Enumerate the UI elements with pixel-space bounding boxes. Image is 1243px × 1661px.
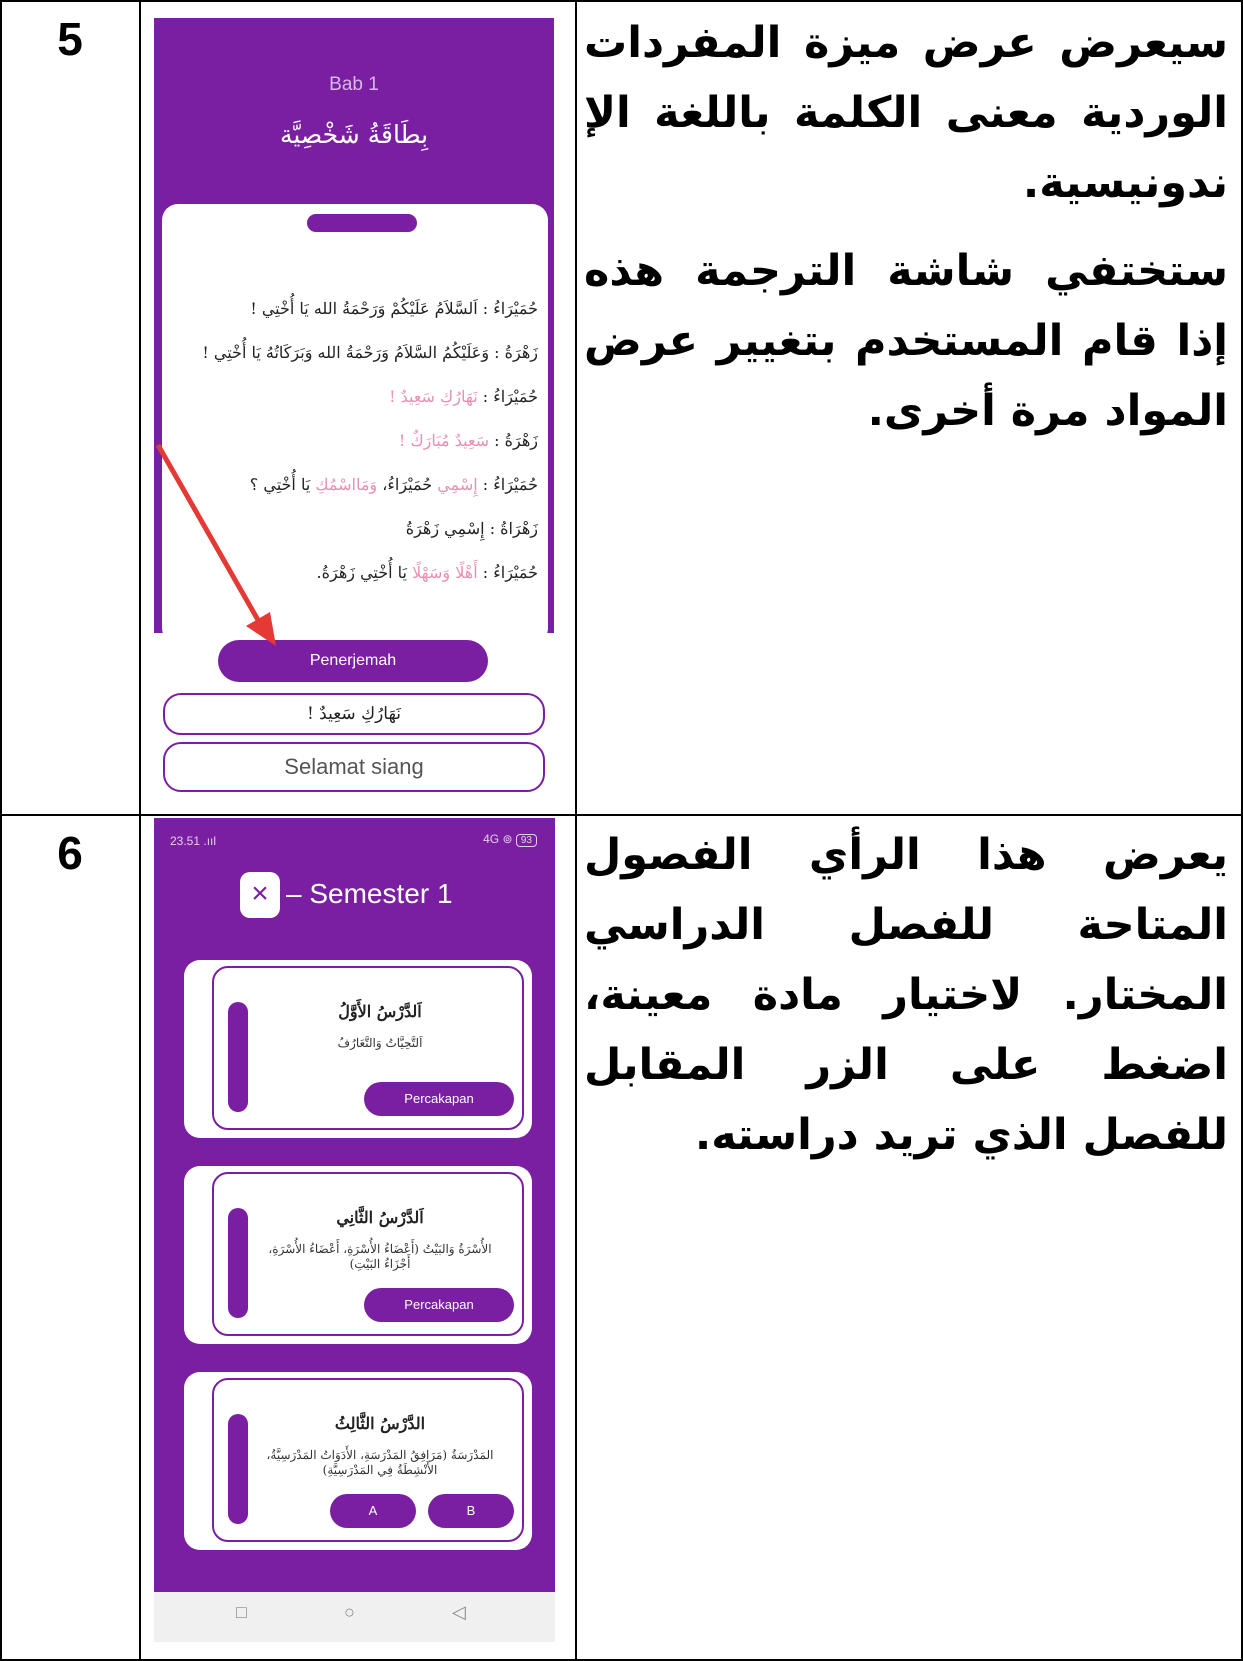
- row-number: 5: [57, 13, 83, 65]
- recent-apps-icon[interactable]: □: [236, 1602, 247, 1623]
- dialogue-line: حُمَيْرَاءُ : اَلسَّلاَمُ عَلَيْكُمْ وَر…: [172, 298, 538, 320]
- lesson-title: اَلدَّرْسُ الثَّانِي: [336, 1208, 424, 1227]
- battery-icon: 93: [515, 834, 537, 847]
- lesson-tab: [228, 1208, 248, 1318]
- android-nav-bar: □ ○ ◁: [154, 1592, 555, 1642]
- row-description: يعرض هذا الرأي الفصول المتاحة للفصل الدر…: [584, 820, 1228, 1188]
- dialogue-text: إِسْمِي زَهْرَةُ: [405, 519, 485, 538]
- chapter-title: بِطَاقَةُ شَخْصِيَّة: [279, 120, 429, 149]
- table-divider: [575, 0, 577, 1661]
- lesson-title: الدَّرْسُ الثَّالِثُ: [334, 1414, 426, 1433]
- lesson-card-inner: اَلدَّرْسُ الأَوَّلُ اَلتَّحِيَّاتُ وَال…: [212, 966, 524, 1130]
- lesson-card[interactable]: الدَّرْسُ الثَّالِثُ المَدْرَسَةُ (مَرَا…: [184, 1372, 532, 1550]
- dialogue-text: يَا أُخْتِي ؟: [249, 475, 316, 494]
- conversation-button[interactable]: Percakapan: [364, 1288, 514, 1322]
- dialogue-line: حُمَيْرَاءُ : أَهْلًا وَسَهْلًا يَا أُخْ…: [172, 562, 538, 584]
- description-paragraph: يعرض هذا الرأي الفصول المتاحة للفصل الدر…: [584, 830, 1228, 1160]
- dialogue-line: زَهْرَاةُ : إِسْمِي زَهْرَةُ: [172, 518, 538, 540]
- part-b-button[interactable]: B: [428, 1494, 514, 1528]
- table-row-divider: [0, 814, 1243, 816]
- vocabulary-highlight[interactable]: وَمَااسْمُكِ: [315, 475, 377, 494]
- semester-screenshot: 23.51 .ııl 4G ⊚ 93 × – Semester 1 اَلدَّ…: [154, 818, 555, 1642]
- speaker-name: زَهْرَاةُ :: [484, 519, 538, 538]
- dialogue-text: اَلسَّلاَمُ عَلَيْكُمْ وَرَحْمَةُ الله ي…: [250, 299, 478, 318]
- speaker-name: زَهْرَةُ :: [489, 431, 538, 450]
- vocabulary-highlight[interactable]: إِسْمِي: [437, 475, 477, 494]
- part-a-button[interactable]: A: [330, 1494, 416, 1528]
- drag-handle[interactable]: [307, 214, 417, 232]
- status-indicators: 4G ⊚ 93: [483, 832, 537, 847]
- speaker-name: حُمَيْرَاءُ :: [477, 387, 538, 406]
- semester-title: – Semester 1: [286, 878, 453, 909]
- description-paragraph: سيعرض عرض ميزة المفردات الوردية معنى الك…: [584, 18, 1228, 208]
- row-number: 6: [57, 827, 83, 879]
- lesson-subtitle: الأُسْرَةُ وَالبَيْتُ (أَعْضَاءُ الأُسْر…: [268, 1242, 492, 1271]
- lesson-card[interactable]: اَلدَّرْسُ الأَوَّلُ اَلتَّحِيَّاتُ وَال…: [184, 960, 532, 1138]
- close-button[interactable]: ×: [240, 872, 280, 918]
- dialogue-text: يَا أُخْتِي زَهْرَةُ.: [316, 563, 413, 582]
- lesson-tab: [228, 1002, 248, 1112]
- dialogue-line: حُمَيْرَاءُ : إِسْمِي حُمَيْرَاءُ، وَمَا…: [172, 474, 538, 496]
- lesson-subtitle: المَدْرَسَةُ (مَرَافِقُ المَدْرَسَةِ، ال…: [266, 1448, 494, 1477]
- vocabulary-highlight[interactable]: نَهَارُكِ سَعِيدٌ !: [389, 387, 478, 406]
- lesson-subtitle: اَلتَّحِيَّاتُ وَالتَّعَارُفُ: [337, 1036, 423, 1050]
- clock-text: 23.51: [170, 834, 201, 848]
- dialogue-text: حُمَيْرَاءُ،: [377, 475, 438, 494]
- table-border-top: [0, 0, 1243, 2]
- speaker-name: حُمَيْرَاءُ :: [477, 299, 538, 318]
- dialogue-line: زَهْرَةُ : سَعِيدٌ مُبَارَكٌ !: [172, 430, 538, 452]
- description-paragraph: ستختفي شاشة الترجمة هذه إذا قام المستخدم…: [584, 246, 1228, 436]
- status-time: 23.51 .ııl: [170, 834, 216, 848]
- speaker-name: حُمَيْرَاءُ :: [477, 563, 538, 582]
- lesson-title: اَلدَّرْسُ الأَوَّلُ: [338, 1002, 422, 1021]
- network-icon: 4G ⊚: [483, 832, 513, 846]
- arabic-word-box: نَهَارُكِ سَعِيدٌ !: [163, 693, 545, 735]
- lesson-card-inner: الدَّرْسُ الثَّالِثُ المَدْرَسَةُ (مَرَا…: [212, 1378, 524, 1542]
- speaker-name: حُمَيْرَاءُ :: [477, 475, 538, 494]
- dialogue-line: زَهْرَةُ : وَعَلَيْكُمُ السَّلاَمُ وَرَح…: [172, 342, 538, 364]
- translator-screenshot: Bab 1 بِطَاقَةُ شَخْصِيَّة حُمَيْرَاءُ :…: [154, 18, 554, 798]
- conversation-button[interactable]: Percakapan: [364, 1082, 514, 1116]
- lesson-card-inner: اَلدَّرْسُ الثَّانِي الأُسْرَةُ وَالبَيْ…: [212, 1172, 524, 1336]
- lesson-tab: [228, 1414, 248, 1524]
- speaker-name: زَهْرَةُ :: [489, 343, 538, 362]
- dialogue-list: حُمَيْرَاءُ : اَلسَّلاَمُ عَلَيْكُمْ وَر…: [172, 298, 538, 606]
- vocabulary-highlight[interactable]: سَعِيدٌ مُبَارَكٌ !: [399, 431, 489, 450]
- dialogue-text: وَعَلَيْكُمُ السَّلاَمُ وَرَحْمَةُ الله …: [202, 343, 490, 362]
- translator-button[interactable]: Penerjemah: [218, 640, 488, 682]
- dialogue-card[interactable]: حُمَيْرَاءُ : اَلسَّلاَمُ عَلَيْكُمْ وَر…: [162, 204, 548, 644]
- signal-icon: .ııl: [203, 834, 217, 848]
- row-description: سيعرض عرض ميزة المفردات الوردية معنى الك…: [584, 8, 1228, 464]
- dialogue-line: حُمَيْرَاءُ : نَهَارُكِ سَعِيدٌ !: [172, 386, 538, 408]
- home-icon[interactable]: ○: [344, 1602, 355, 1623]
- translation-box: Selamat siang: [163, 742, 545, 792]
- lesson-card[interactable]: اَلدَّرْسُ الثَّانِي الأُسْرَةُ وَالبَيْ…: [184, 1166, 532, 1344]
- back-icon[interactable]: ◁: [452, 1602, 466, 1623]
- chapter-label: Bab 1: [329, 74, 379, 95]
- vocabulary-highlight[interactable]: أَهْلًا وَسَهْلًا: [412, 563, 478, 582]
